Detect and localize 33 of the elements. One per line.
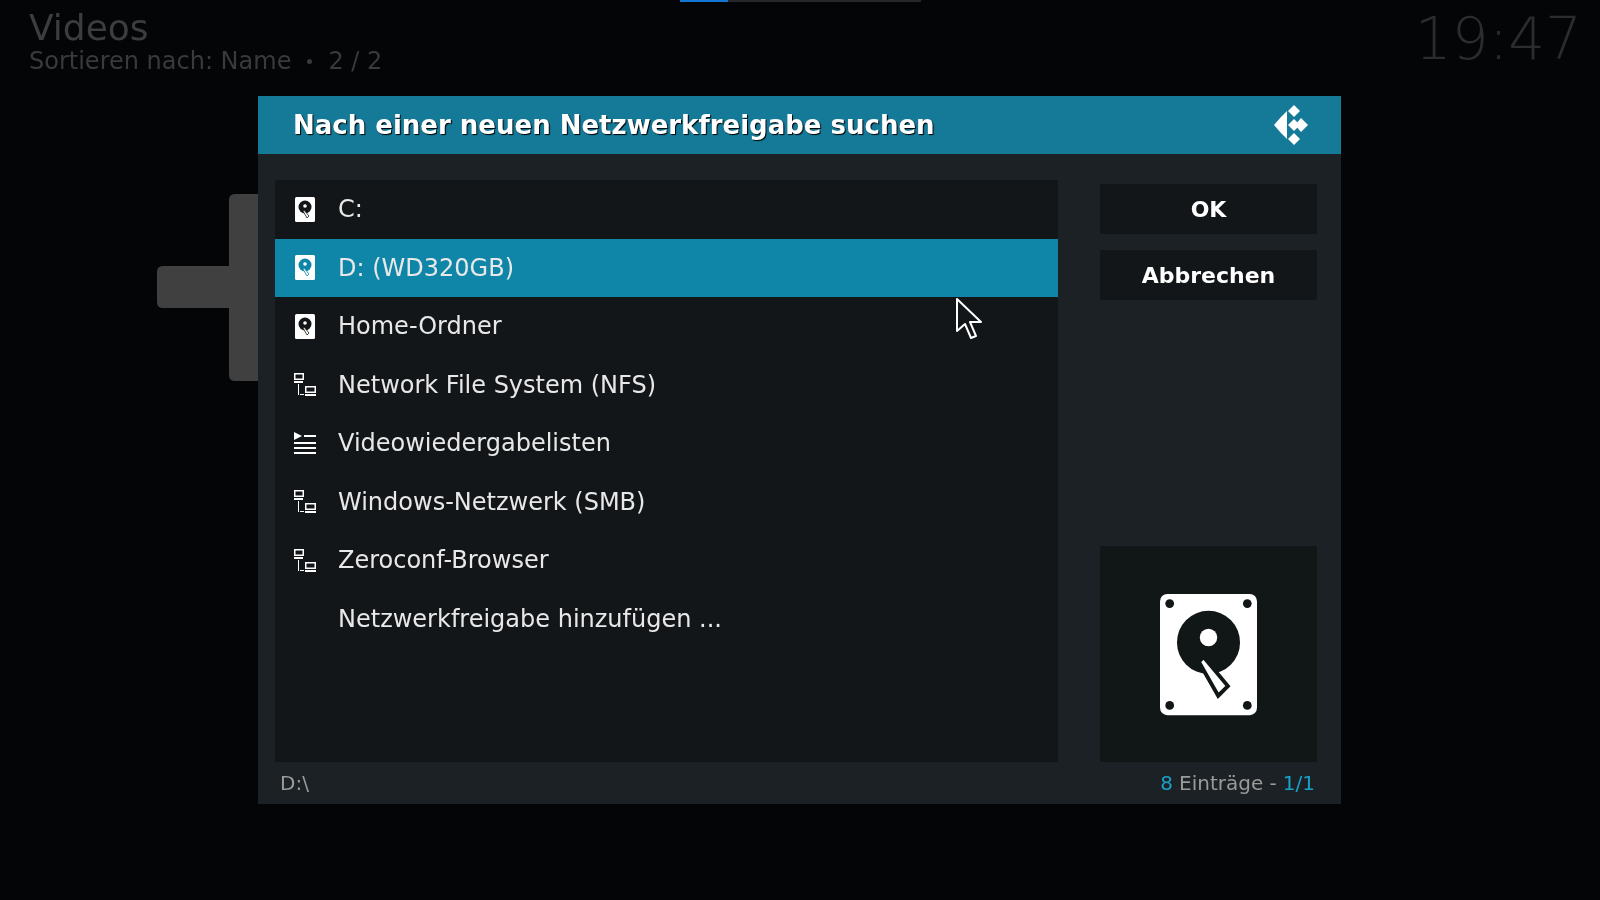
list-item[interactable]: Network File System (NFS) [275, 355, 1058, 414]
dialog-button[interactable]: OK [1100, 184, 1317, 234]
item-label: Zeroconf-Browser [338, 545, 549, 577]
list-item[interactable]: Netzwerkfreigabe hinzufügen ... [275, 589, 1058, 648]
item-label: Windows-Netzwerk (SMB) [338, 486, 646, 518]
hard-drive-icon [295, 313, 315, 339]
item-label: Network File System (NFS) [338, 369, 657, 401]
list-item[interactable]: Home-Ordner [275, 297, 1058, 356]
plus-icon [157, 194, 258, 381]
item-label: Home-Ordner [338, 311, 502, 343]
item-label: Netzwerkfreigabe hinzufügen ... [338, 603, 722, 635]
hard-drive-icon [295, 255, 315, 281]
hard-drive-icon [1160, 591, 1257, 717]
view-title: Videos [29, 6, 149, 50]
list-item[interactable]: Windows-Netzwerk (SMB) [275, 472, 1058, 531]
item-label: Videowiedergabelisten [338, 428, 611, 460]
dialog-button[interactable]: Abbrechen [1100, 250, 1317, 300]
list-item[interactable]: C: [275, 180, 1058, 239]
playlist-icon [294, 432, 316, 455]
current-path: D:\ [280, 770, 309, 797]
list-item[interactable]: Zeroconf-Browser [275, 531, 1058, 590]
network-icon [294, 490, 316, 514]
item-label: D: (WD320GB) [338, 252, 514, 284]
item-count: 8 [1160, 770, 1174, 797]
item-label: C: [338, 194, 363, 226]
list-item[interactable]: Videowiedergabelisten [275, 414, 1058, 473]
dialog-title: Nach einer neuen Netzwerkfreigabe suchen [293, 108, 935, 142]
page-indicator: 1/1 [1282, 770, 1315, 797]
network-icon [294, 373, 316, 397]
items-label: Einträge - [1179, 770, 1277, 797]
network-icon [294, 548, 316, 572]
mouse-pointer-icon [955, 297, 985, 341]
hard-drive-icon [295, 196, 315, 222]
